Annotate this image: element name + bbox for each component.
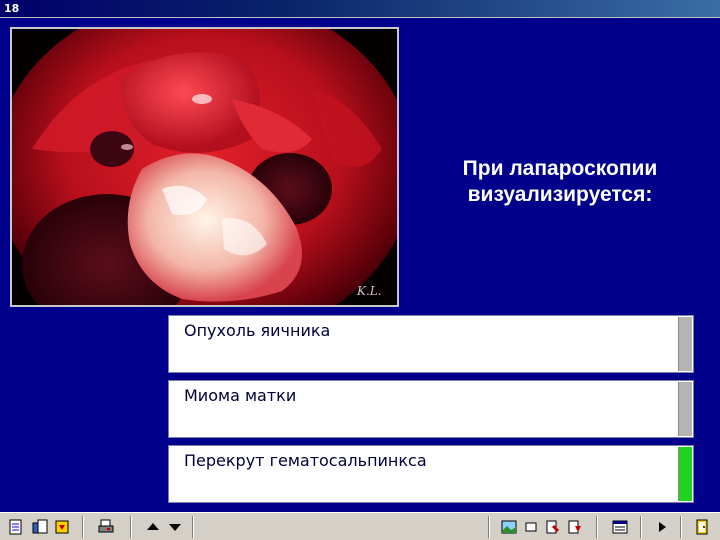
print-icon[interactable] <box>96 516 116 538</box>
answer-label: Миома матки <box>184 386 297 405</box>
clipboard-icon[interactable] <box>30 516 50 538</box>
slide-area: K.L. При лапароскопии визуализируется: О… <box>0 18 720 512</box>
toolbar-separator <box>82 516 84 538</box>
answer-indicator <box>678 317 692 371</box>
answer-option-1[interactable]: Опухоль яичника <box>168 315 694 373</box>
toolbar-separator <box>192 516 194 538</box>
answer-indicator <box>678 382 692 436</box>
question-text: При лапароскопии визуализируется: <box>462 157 658 206</box>
toolbar-separator <box>640 516 642 538</box>
answer-label: Перекрут гематосальпинкса <box>184 451 427 470</box>
exit-icon[interactable] <box>692 516 712 538</box>
bottom-toolbar <box>0 512 720 540</box>
answer-indicator-correct <box>678 447 692 501</box>
picture-icon[interactable] <box>499 516 519 538</box>
edit-icon[interactable] <box>543 516 563 538</box>
answer-option-3[interactable]: Перекрут гематосальпинкса <box>168 445 694 503</box>
slide-number: 18 <box>4 2 20 15</box>
answer-label: Опухоль яичника <box>184 321 331 340</box>
notes-icon[interactable] <box>6 516 26 538</box>
calendar-icon[interactable] <box>610 516 630 538</box>
bookmark-icon[interactable] <box>565 516 585 538</box>
toolbar-separator <box>596 516 598 538</box>
toolbar-separator <box>488 516 490 538</box>
arrow-down-icon[interactable] <box>165 516 185 538</box>
toolbar-separator <box>130 516 132 538</box>
answer-option-2[interactable]: Миома матки <box>168 380 694 438</box>
arrow-up-icon[interactable] <box>143 516 163 538</box>
svg-text:K.L.: K.L. <box>356 284 382 298</box>
toolbar-separator <box>680 516 682 538</box>
laparoscopy-photo: K.L. <box>10 27 399 307</box>
window-titlebar: 18 <box>0 0 720 18</box>
play-icon[interactable] <box>652 516 672 538</box>
download-icon[interactable] <box>52 516 72 538</box>
window-icon[interactable] <box>521 516 541 538</box>
